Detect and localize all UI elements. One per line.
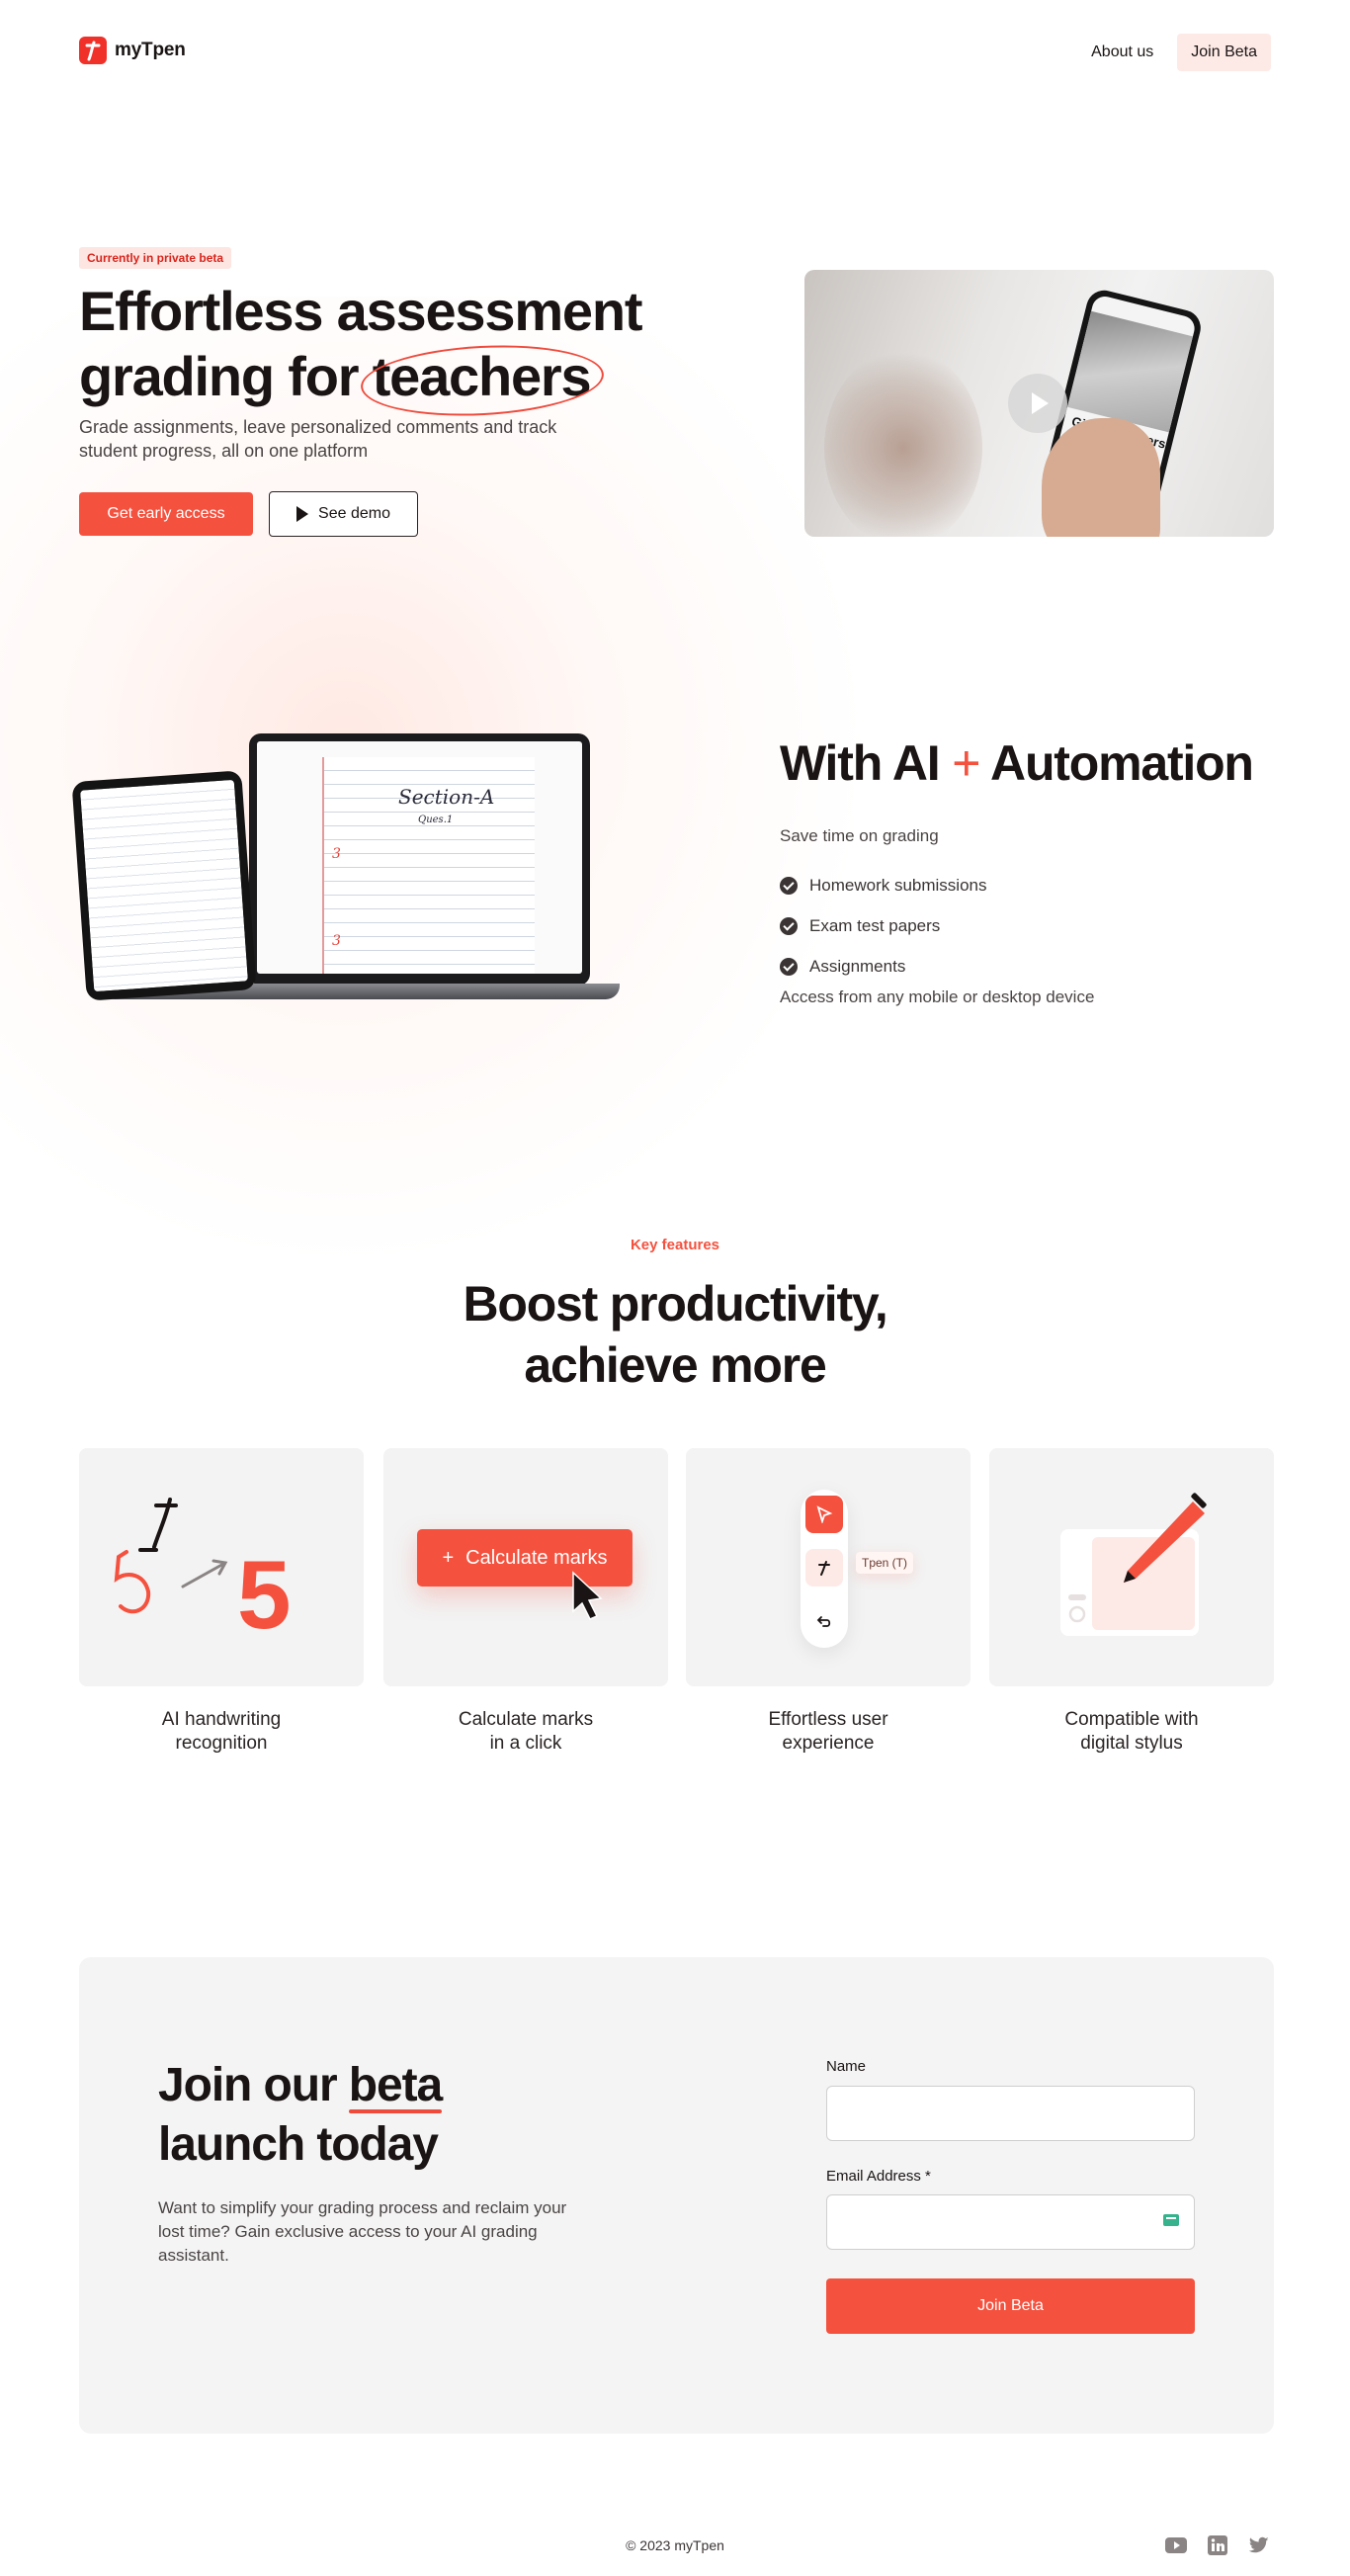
stylus-illustration	[1060, 1493, 1207, 1636]
logo[interactable]: myTpen	[79, 37, 186, 64]
beta-title-prefix: Join our	[158, 2059, 349, 2111]
features-title-line2: achieve more	[524, 1337, 826, 1393]
logo-text: myTpen	[115, 40, 186, 60]
cursor-icon	[572, 1571, 603, 1620]
ai-title-plus: +	[952, 735, 980, 791]
hero-title-highlight-wrap: teachers	[359, 339, 606, 422]
tablet	[71, 770, 257, 1001]
tpen-tooltip: Tpen (T)	[856, 1552, 914, 1574]
youtube-icon[interactable]	[1164, 2534, 1188, 2556]
ai-section-title: With AI + Automation	[780, 734, 1254, 792]
see-demo-label: See demo	[318, 505, 390, 522]
laptop-screen: Section-A Ques.1 3 3	[257, 741, 582, 974]
list-item: Exam test papers	[780, 905, 987, 946]
beta-signup-section: Join our beta launch today Want to simpl…	[79, 1957, 1274, 2434]
list-item-label: Homework submissions	[809, 875, 987, 895]
feature-label-ux: Effortless user experience	[686, 1708, 970, 1756]
feature-label-handwriting: AI handwriting recognition	[79, 1708, 364, 1756]
name-label: Name	[826, 2058, 867, 2075]
feature-label-calculate: Calculate marks in a click	[383, 1708, 668, 1756]
copyright: © 2023 myTpen	[626, 2537, 724, 2553]
list-item: Homework submissions	[780, 865, 987, 905]
video-phone-image	[1066, 310, 1193, 433]
feature-card-ux: Tpen (T)	[686, 1448, 970, 1686]
feature-card-calculate: + Calculate marks	[383, 1448, 668, 1686]
recognized-digit: 5	[237, 1540, 292, 1649]
join-beta-submit-button[interactable]: Join Beta	[826, 2278, 1195, 2334]
tpen-tool-icon	[805, 1549, 843, 1587]
paper-heading: Section-A	[398, 785, 495, 809]
see-demo-button[interactable]: See demo	[269, 491, 418, 537]
feature-label-line2: experience	[782, 1733, 875, 1754]
video-hand	[1042, 418, 1160, 537]
nav-join-beta-button[interactable]: Join Beta	[1177, 34, 1271, 71]
list-item-label: Exam test papers	[809, 915, 941, 935]
autofill-icon[interactable]	[1163, 2214, 1179, 2226]
features-title: Boost productivity, achieve more	[379, 1273, 971, 1396]
site-header: myTpen About us Join Beta	[0, 0, 1350, 109]
video-play-icon[interactable]	[1008, 374, 1067, 433]
undo-tool-icon	[805, 1602, 843, 1640]
tool-palette	[801, 1490, 848, 1648]
check-icon	[780, 876, 798, 895]
feature-label-line1: Effortless user	[768, 1709, 888, 1730]
laptop: Section-A Ques.1 3 3	[249, 733, 590, 986]
beta-subtitle: Want to simplify your grading process an…	[158, 2198, 567, 2265]
check-icon	[780, 916, 798, 935]
list-item-label: Assignments	[809, 956, 906, 976]
nav-about-link[interactable]: About us	[1091, 43, 1153, 61]
feature-label-stylus: Compatible with digital stylus	[989, 1708, 1274, 1756]
social-links	[1164, 2534, 1271, 2556]
key-features-label: Key features	[630, 1237, 720, 1253]
feature-card-stylus	[989, 1448, 1274, 1686]
tablet-screen	[80, 779, 248, 992]
ai-footer-text: Access from any mobile or desktop device	[780, 987, 1095, 1006]
private-beta-badge: Currently in private beta	[79, 247, 232, 269]
email-label: Email Address *	[826, 2168, 931, 2185]
feature-label-line2: in a click	[489, 1733, 562, 1754]
twitter-icon[interactable]	[1247, 2534, 1271, 2556]
linkedin-icon[interactable]	[1206, 2534, 1229, 2556]
feature-label-line1: Calculate marks	[458, 1709, 594, 1730]
hero-title: Effortless assessment grading for teache…	[79, 279, 712, 422]
list-item: Assignments	[780, 946, 987, 987]
logo-icon	[79, 37, 107, 64]
hero-title-line1: Effortless assessment	[79, 280, 643, 342]
ai-title-suffix: Automation	[990, 735, 1254, 791]
video-blur	[824, 349, 982, 537]
beta-title-highlight: beta	[348, 2056, 443, 2115]
feature-card-handwriting: 5	[79, 1448, 364, 1686]
paper-mark-1: 3	[332, 846, 341, 862]
feature-label-line2: digital stylus	[1080, 1733, 1183, 1754]
feature-label-line2: recognition	[175, 1733, 268, 1754]
features-title-line1: Boost productivity,	[463, 1276, 887, 1331]
ai-feature-list: Homework submissions Exam test papers As…	[780, 865, 987, 987]
devices-mockup: Section-A Ques.1 3 3	[71, 731, 633, 1038]
email-field[interactable]	[826, 2194, 1195, 2250]
hero-subtitle: Grade assignments, leave personalized co…	[79, 417, 557, 461]
paper-mark-2: 3	[332, 933, 341, 949]
demo-video[interactable]: Giving teachers time back	[804, 270, 1274, 537]
graded-paper: Section-A Ques.1 3 3	[322, 757, 535, 974]
ai-lead: Save time on grading	[780, 826, 939, 845]
get-early-access-button[interactable]: Get early access	[79, 492, 253, 536]
hero-title-line2-prefix: grading for	[79, 345, 373, 407]
feature-label-line1: AI handwriting	[161, 1709, 282, 1730]
name-field[interactable]	[826, 2086, 1195, 2141]
paper-subheading: Ques.1	[418, 815, 454, 825]
feature-label-line1: Compatible with	[1064, 1709, 1199, 1730]
select-tool-icon	[805, 1496, 843, 1533]
beta-title: Join our beta launch today	[158, 2056, 443, 2175]
handwriting-illustration: 5	[114, 1498, 292, 1649]
main-nav: About us Join Beta	[1091, 34, 1271, 71]
ai-title-prefix: With AI	[780, 735, 941, 791]
play-icon	[296, 506, 309, 522]
check-icon	[780, 957, 798, 976]
beta-title-line2: launch today	[158, 2118, 439, 2171]
